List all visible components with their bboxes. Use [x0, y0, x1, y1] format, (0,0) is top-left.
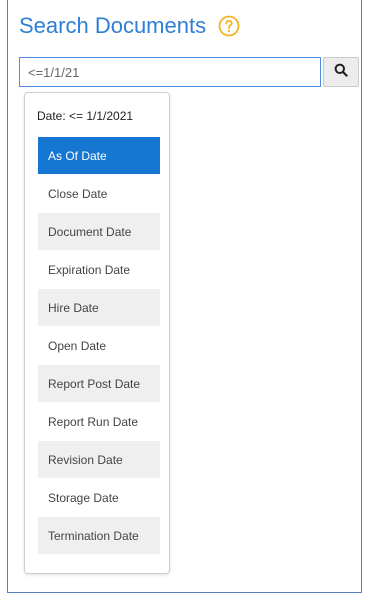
dropdown-option-expiration-date[interactable]: Expiration Date	[38, 251, 160, 288]
dropdown-option-termination-date[interactable]: Termination Date	[38, 517, 160, 554]
dropdown-option-hire-date[interactable]: Hire Date	[38, 289, 160, 326]
dropdown-option-report-run-date[interactable]: Report Run Date	[38, 403, 160, 440]
dropdown-option-storage-date[interactable]: Storage Date	[38, 479, 160, 516]
search-documents-panel: Search Documents Date: <= 1/1/2021 As Of…	[7, 0, 362, 593]
dropdown-option-close-date[interactable]: Close Date	[38, 175, 160, 212]
search-input[interactable]	[19, 57, 321, 87]
dropdown-option-open-date[interactable]: Open Date	[38, 327, 160, 364]
panel-header: Search Documents	[19, 9, 240, 43]
dropdown-header: Date: <= 1/1/2021	[37, 109, 134, 123]
dropdown-option-as-of-date[interactable]: As Of Date	[38, 137, 160, 174]
dropdown-option-document-date[interactable]: Document Date	[38, 213, 160, 250]
dropdown-option-revision-date[interactable]: Revision Date	[38, 441, 160, 478]
question-circle-icon[interactable]	[218, 15, 240, 37]
date-field-dropdown: Date: <= 1/1/2021 As Of Date Close Date Do…	[24, 92, 170, 574]
page-title: Search Documents	[19, 13, 207, 38]
dropdown-option-report-post-date[interactable]: Report Post Date	[38, 365, 160, 402]
search-button[interactable]	[323, 57, 359, 87]
date-field-options: As Of Date Close Date Document Date Expirat…	[38, 137, 160, 555]
search-row	[19, 57, 359, 87]
search-icon	[334, 63, 348, 82]
